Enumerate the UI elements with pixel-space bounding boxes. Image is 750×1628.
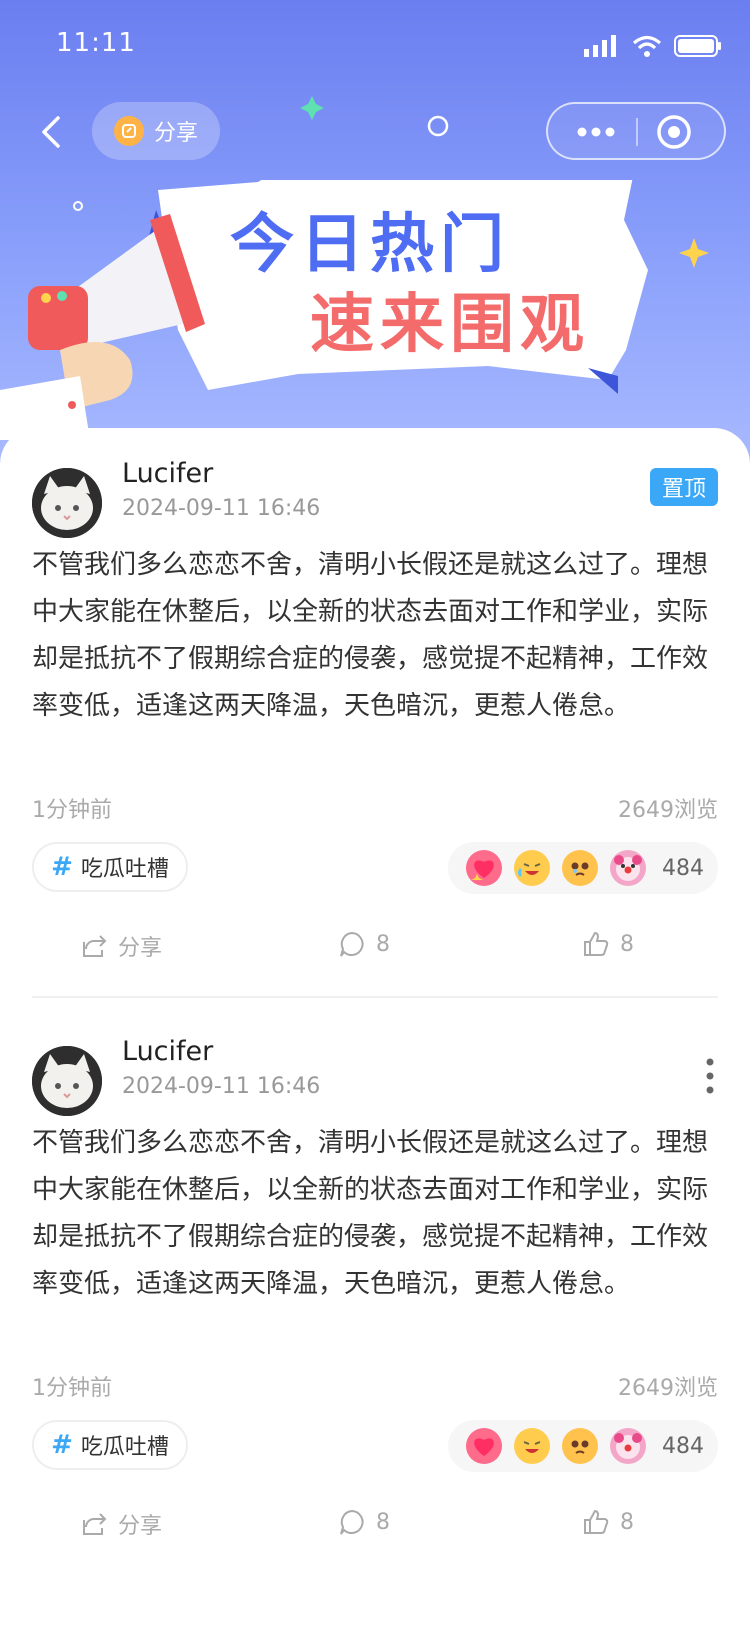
reactions-bar[interactable]: 484 [448,1420,718,1472]
heart-emoji-icon [466,850,502,886]
reaction-count: 484 [662,855,704,881]
teary-emoji-icon [562,850,598,886]
header-banner: 11:11 分享 今日热门 速来围观 [0,0,750,460]
avatar[interactable] [32,468,102,538]
like-button[interactable]: 8 [582,930,634,958]
share-action-button[interactable]: 分享 [80,1508,162,1540]
status-icons [584,34,722,58]
status-time: 11:11 [56,28,136,58]
thumbs-up-icon [584,931,609,956]
battery-icon [674,35,721,57]
more-menu-icon[interactable] [576,118,616,146]
post-text: 不管我们多么恋恋不舍，清明小长假还是就这么过了。理想中大家能在休整后，以全新的状… [32,1128,709,1299]
reactions-bar[interactable]: 484 [448,842,718,894]
more-options-icon[interactable] [700,1056,720,1096]
clown-emoji-icon [610,1428,646,1464]
clown-emoji-icon [610,850,646,886]
miniprogram-capsule [546,102,726,160]
teary-emoji-icon [562,1428,598,1464]
feed: Lucifer 2024-09-11 16:46 置顶 不管我们多么恋恋不舍，清… [0,428,750,1628]
signal-icon [584,35,616,57]
like-button[interactable]: 8 [582,1508,634,1536]
share-action-button[interactable]: 分享 [80,930,162,962]
banner-line-1: 今日热门 [230,208,510,282]
laugh-emoji-icon [514,1428,550,1464]
tag-label: 吃瓜吐槽 [80,857,169,882]
share-coin-icon [113,116,144,146]
comment-button[interactable]: 8 [338,930,390,958]
post-date: 2024-09-11 16:46 [122,496,321,521]
post-date: 2024-09-11 16:46 [122,1074,321,1099]
post-divider [32,996,718,998]
comment-button[interactable]: 8 [338,1508,390,1536]
post-views: 2649浏览 [618,798,718,823]
back-icon[interactable] [32,112,72,152]
banner-title: 今日热门 速来围观 [230,205,630,365]
share-action-label: 分享 [118,936,163,961]
share-button[interactable]: 分享 [92,102,220,160]
like-count: 8 [620,1509,634,1535]
comment-count: 8 [376,931,390,957]
post-time-ago: 1分钟前 [32,1376,112,1401]
share-label: 分享 [153,121,198,146]
post-actions: 分享 8 8 [0,930,750,970]
pinned-badge: 置顶 [650,468,718,506]
share-action-label: 分享 [118,1514,163,1539]
tag-label: 吃瓜吐槽 [80,1435,169,1460]
laugh-emoji-icon [514,850,550,886]
comment-icon [340,1509,364,1535]
post-time-ago: 1分钟前 [32,798,112,823]
author-name[interactable]: Lucifer [122,458,213,489]
topic-tag[interactable]: # 吃瓜吐槽 [32,842,188,892]
author-name[interactable]: Lucifer [122,1036,213,1067]
post-views: 2649浏览 [618,1376,718,1401]
topic-tag[interactable]: # 吃瓜吐槽 [32,1420,188,1470]
avatar[interactable] [32,1046,102,1116]
share-icon [83,1513,107,1535]
heart-emoji-icon [466,1428,502,1464]
like-count: 8 [620,931,634,957]
wifi-icon [632,35,662,57]
comment-icon [340,931,364,957]
reaction-count: 484 [662,1433,704,1459]
megaphone-icon [0,214,205,440]
hash-icon: # [51,852,73,882]
hash-icon: # [51,1430,73,1460]
post-actions: 分享 8 8 [0,1508,750,1548]
status-bar: 11:11 [0,28,750,68]
comment-count: 8 [376,1509,390,1535]
post-text: 不管我们多么恋恋不舍，清明小长假还是就这么过了。理想中大家能在休整后，以全新的状… [32,550,709,721]
banner-line-2: 速来围观 [310,288,590,362]
share-icon [83,935,107,957]
capsule-separator [636,118,638,146]
close-target-icon[interactable] [656,114,692,150]
thumbs-up-icon [584,1509,609,1534]
